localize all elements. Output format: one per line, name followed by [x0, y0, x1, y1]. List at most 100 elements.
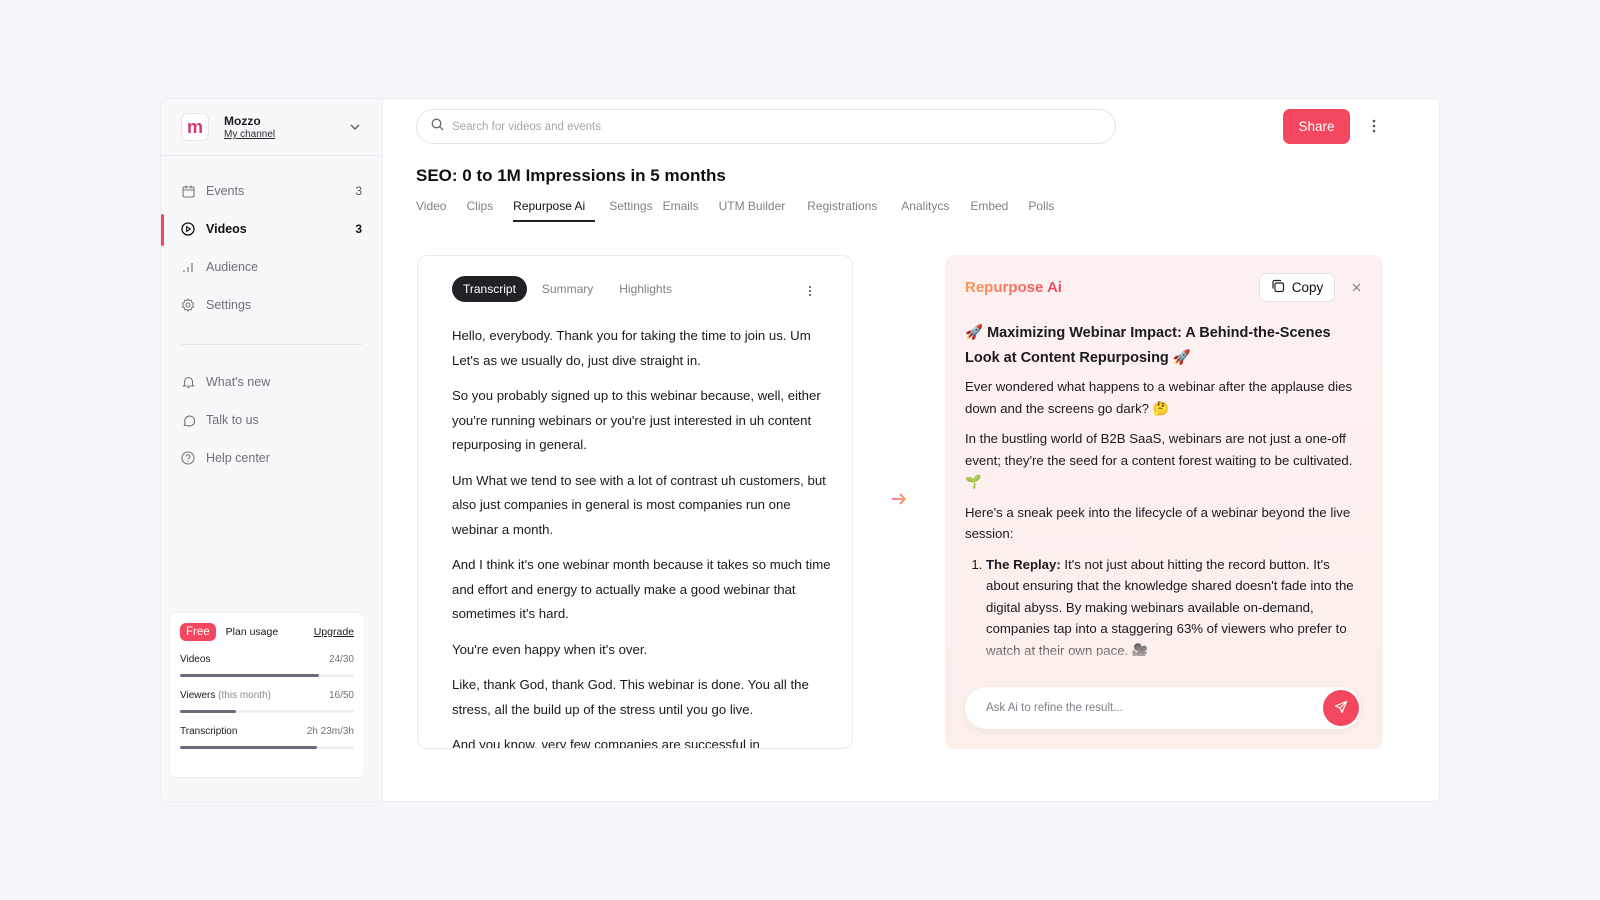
bar-chart-icon [181, 260, 195, 274]
more-options-icon[interactable] [1369, 117, 1379, 135]
sidebar-item-label: Audience [206, 260, 259, 274]
usage-bar-videos [180, 674, 354, 677]
transcript-paragraph: You're even happy when it's over. [452, 641, 648, 657]
copy-label: Copy [1291, 280, 1324, 295]
play-circle-icon [181, 222, 195, 236]
scroll-fade [945, 640, 1383, 660]
usage-label: Videos [180, 654, 211, 665]
plan-title: Plan usage [225, 626, 279, 638]
sidebar-item-label: Settings [206, 298, 252, 312]
ai-refine-input[interactable] [986, 702, 1323, 714]
tab-summary[interactable]: Summary [531, 276, 604, 302]
copy-icon [1271, 279, 1285, 296]
usage-list: Videos 24/30 Viewers (this month) 16/50 … [180, 654, 354, 749]
chat-bubble-icon [181, 413, 195, 427]
transcript-tabs: Transcript Summary Highlights [452, 276, 687, 302]
tab-clips[interactable]: Clips [466, 199, 493, 222]
tab-transcript[interactable]: Transcript [452, 276, 527, 302]
sidebar-item-whats-new[interactable]: What's new [161, 363, 382, 401]
tab-polls[interactable]: Polls [1028, 199, 1054, 222]
channel-logo: m [181, 113, 209, 141]
transcript-options-icon[interactable] [808, 284, 812, 302]
channel-name: Mozzo [224, 114, 261, 128]
search-icon [431, 118, 444, 136]
usage-bar-fill [180, 674, 320, 677]
close-icon[interactable] [1349, 280, 1363, 294]
copy-button[interactable]: Copy [1259, 273, 1335, 302]
usage-bar-transcription [180, 746, 354, 749]
search-bar[interactable] [416, 109, 1116, 144]
transcript-card: Transcript Summary Highlights Hello, eve… [417, 255, 853, 749]
tab-utm-builder[interactable]: UTM Builder [719, 199, 786, 222]
usage-bar-fill [180, 710, 236, 713]
app-window: m Mozzo My channel Events 3 Videos 3 Aud… [161, 99, 1439, 801]
usage-suffix: (this month) [218, 690, 271, 701]
sidebar-item-label: Videos [206, 222, 247, 236]
plan-usage-card: Free Plan usage Upgrade Videos 24/30 Vie… [170, 613, 364, 777]
sidebar-item-count: 3 [355, 222, 362, 236]
list-item-title: The Replay: [986, 556, 1061, 572]
tab-analytics[interactable]: Analitycs [901, 199, 949, 222]
sidebar-item-label: What's new [206, 375, 271, 389]
usage-bar-viewers [180, 710, 354, 713]
transcript-paragraph: Like, thank God, thank God. This webinar… [452, 677, 809, 717]
ai-refine-bar[interactable] [965, 687, 1361, 729]
usage-label: Viewers [180, 690, 216, 701]
channel-switcher[interactable]: m Mozzo My channel [161, 99, 382, 156]
usage-value: 24/30 [328, 654, 354, 665]
bell-icon [181, 375, 195, 389]
logo-letter: m [186, 117, 203, 137]
share-button[interactable]: Share [1283, 109, 1350, 144]
transcript-paragraph: So you probably signed up to this webina… [452, 388, 821, 452]
ai-result: 🚀 Maximizing Webinar Impact: A Behind-th… [965, 321, 1365, 656]
sidebar-item-events[interactable]: Events 3 [161, 172, 382, 210]
plan-badge: Free [180, 623, 216, 641]
calendar-icon [181, 184, 195, 198]
transcript-text: Hello, everybody. Thank you for taking t… [452, 324, 832, 749]
send-icon [1334, 700, 1348, 717]
sidebar: m Mozzo My channel Events 3 Videos 3 Aud… [161, 99, 383, 801]
sidebar-item-help-center[interactable]: Help center [161, 439, 382, 477]
tab-settings[interactable]: Settings [609, 199, 652, 222]
transcript-paragraph: Hello, everybody. Thank you for taking t… [452, 328, 811, 368]
search-input[interactable] [452, 120, 1115, 133]
sidebar-item-label: Help center [206, 451, 270, 465]
sidebar-item-label: Events [206, 184, 245, 198]
sidebar-item-videos[interactable]: Videos 3 [161, 210, 382, 248]
tab-video[interactable]: Video [416, 199, 446, 222]
tab-embed[interactable]: Embed [970, 199, 1008, 222]
usage-label: Transcription [180, 726, 238, 737]
sidebar-item-settings[interactable]: Settings [161, 286, 382, 324]
transcript-paragraph: Um What we tend to see with a lot of con… [452, 472, 826, 537]
sidebar-item-talk-to-us[interactable]: Talk to us [161, 401, 382, 439]
usage-row-transcription: Transcription 2h 23m/3h [180, 726, 354, 737]
ai-result-paragraph: Ever wondered what happens to a webinar … [965, 379, 1353, 416]
tab-repurpose-ai[interactable]: Repurpose Ai [513, 199, 596, 222]
sidebar-nav: Events 3 Videos 3 Audience Settings What… [161, 156, 382, 477]
chevron-down-icon[interactable] [348, 120, 362, 134]
sidebar-item-count: 3 [355, 184, 362, 198]
sidebar-item-audience[interactable]: Audience [161, 248, 382, 286]
transcript-paragraph: And you know, very few companies are suc… [452, 737, 760, 749]
transcript-paragraph: And I think it's one webinar month becau… [452, 557, 831, 621]
repurpose-ai-panel: Repurpose Ai Copy 🚀 Maximizing Webinar I… [945, 255, 1383, 749]
usage-row-viewers: Viewers (this month) 16/50 [180, 690, 354, 701]
tab-registrations[interactable]: Registrations [807, 199, 877, 222]
arrow-right-icon [891, 492, 907, 511]
tab-emails[interactable]: Emails [663, 199, 699, 222]
page-tabs: Video Clips Repurpose Ai Settings Emails… [416, 199, 1074, 222]
usage-row-videos: Videos 24/30 [180, 654, 354, 665]
usage-bar-fill [180, 746, 318, 749]
channel-link[interactable]: My channel [224, 129, 348, 140]
ai-result-heading: 🚀 Maximizing Webinar Impact: A Behind-th… [965, 325, 1331, 366]
tab-highlights[interactable]: Highlights [608, 276, 683, 302]
main-content: Share SEO: 0 to 1M Impressions in 5 mont… [383, 99, 1439, 801]
page-title: SEO: 0 to 1M Impressions in 5 months [416, 166, 726, 185]
ai-result-paragraph: Here's a sneak peek into the lifecycle o… [965, 504, 1351, 542]
upgrade-link[interactable]: Upgrade [314, 626, 354, 638]
ai-panel-title: Repurpose Ai [965, 279, 1062, 296]
ai-result-paragraph: In the bustling world of B2B SaaS, webin… [965, 431, 1353, 489]
send-button[interactable] [1323, 690, 1359, 726]
sidebar-item-label: Talk to us [206, 413, 259, 427]
help-circle-icon [181, 451, 195, 465]
